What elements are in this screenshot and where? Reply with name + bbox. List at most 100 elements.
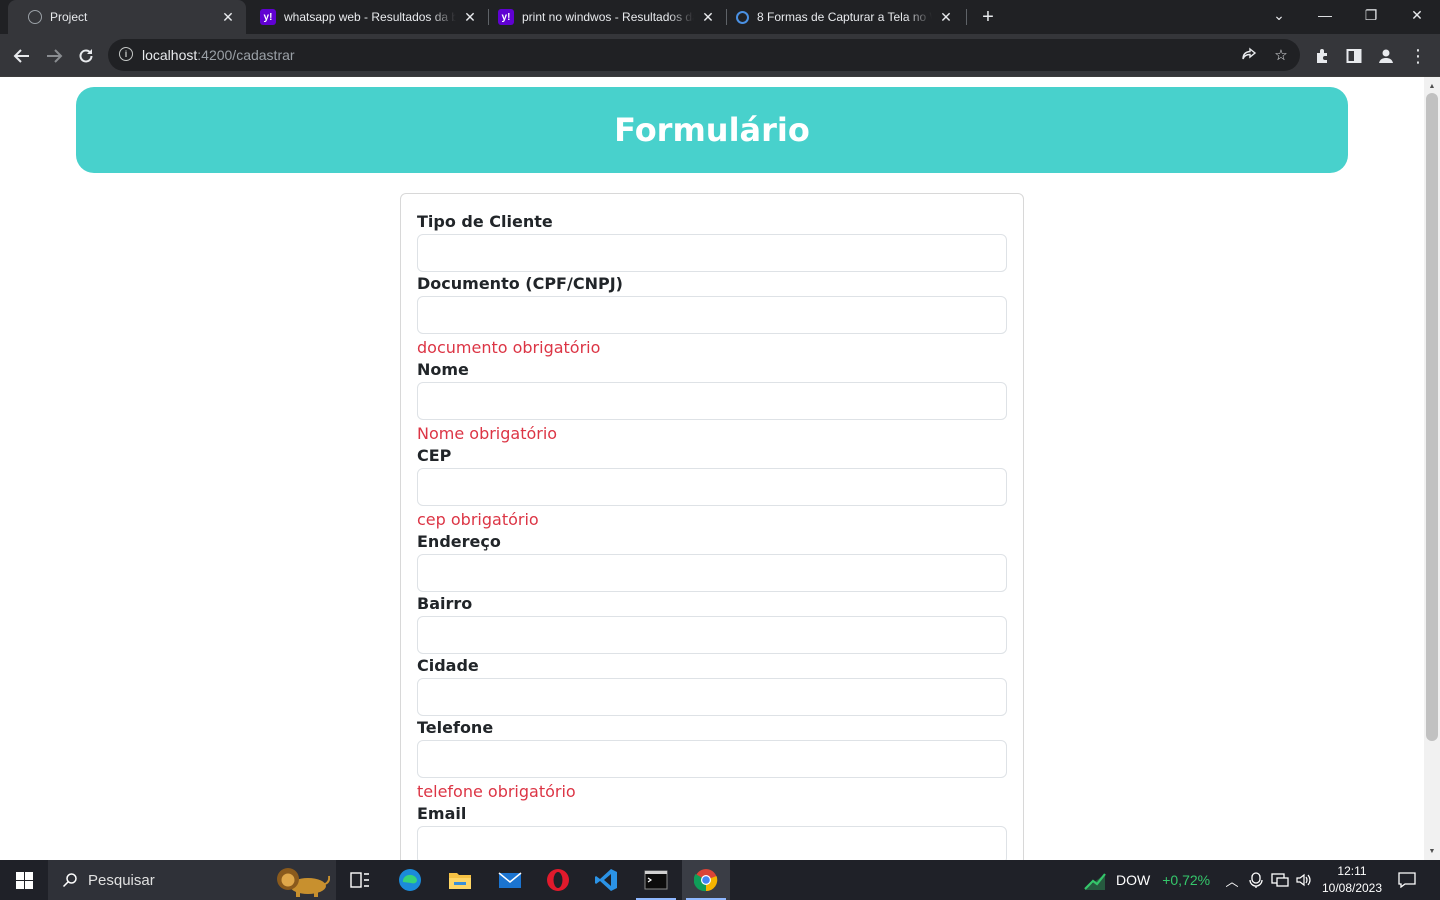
- telefone-input[interactable]: [417, 740, 1007, 778]
- tab-search-dropdown-icon[interactable]: ⌄: [1256, 0, 1302, 30]
- form-header-banner: Formulário: [76, 87, 1348, 173]
- extensions-icon[interactable]: [1308, 42, 1336, 70]
- bookmark-star-icon[interactable]: ☆: [1270, 44, 1292, 66]
- windows-taskbar: Pesquisar DOW +0,72% ︿ 12:11 10/08/2023: [0, 860, 1440, 900]
- site-icon: [736, 10, 749, 24]
- share-icon[interactable]: [1238, 44, 1260, 66]
- tab-capture-article[interactable]: 8 Formas de Capturar a Tela no Windows ✕: [716, 0, 964, 34]
- url-host: localhost: [142, 47, 198, 63]
- reload-button[interactable]: [72, 42, 100, 70]
- cep-input[interactable]: [417, 468, 1007, 506]
- taskbar-search-box[interactable]: Pesquisar: [48, 860, 336, 900]
- page-scrollbar[interactable]: ▲ ▼: [1424, 77, 1440, 860]
- taskbar-mail[interactable]: [486, 860, 534, 900]
- side-panel-icon[interactable]: [1340, 42, 1368, 70]
- url-text[interactable]: localhost:4200/cadastrar: [142, 47, 295, 63]
- vscode-icon: [595, 869, 617, 891]
- close-tab-icon[interactable]: ✕: [938, 9, 954, 25]
- field-label: Cidade: [417, 656, 479, 675]
- field-nome: Nome Nome obrigatório: [417, 358, 1007, 446]
- scroll-up-arrow-icon[interactable]: ▲: [1424, 79, 1440, 93]
- show-hidden-icons-chevron-icon[interactable]: ︿: [1222, 870, 1242, 890]
- stock-ticker-widget[interactable]: DOW +0,72%: [1084, 870, 1210, 890]
- registration-form-card: Tipo de Cliente Documento (CPF/CNPJ) doc…: [400, 193, 1024, 860]
- menu-kebab-icon[interactable]: ⋮: [1404, 42, 1432, 70]
- clock-time: 12:11: [1337, 864, 1367, 878]
- scroll-down-arrow-icon[interactable]: ▼: [1424, 844, 1440, 858]
- browser-tab-strip: Project ✕ y! whatsapp web - Resultados d…: [0, 0, 1440, 34]
- page-viewport: Formulário Tipo de Cliente Documento (CP…: [0, 77, 1424, 860]
- tab-title: 8 Formas de Capturar a Tela no Windows: [757, 10, 932, 24]
- tab-print-search[interactable]: y! print no windwos - Resultados da busc…: [478, 0, 726, 34]
- edge-browser-icon: [399, 869, 421, 891]
- profile-avatar-icon[interactable]: [1372, 42, 1400, 70]
- notifications-icon[interactable]: [1396, 870, 1418, 890]
- tab-whatsapp-search[interactable]: y! whatsapp web - Resultados da busca ✕: [240, 0, 488, 34]
- restore-button[interactable]: ❐: [1348, 0, 1394, 30]
- address-bar[interactable]: i localhost:4200/cadastrar ☆: [108, 39, 1300, 71]
- yahoo-icon: y!: [260, 9, 276, 25]
- bairro-input[interactable]: [417, 616, 1007, 654]
- page-title: Formulário: [614, 111, 810, 149]
- cidade-input[interactable]: [417, 678, 1007, 716]
- taskbar-edge[interactable]: [386, 860, 434, 900]
- close-tab-icon[interactable]: ✕: [462, 9, 478, 25]
- tipo-cliente-input[interactable]: [417, 234, 1007, 272]
- tab-title: print no windwos - Resultados da busca: [522, 10, 694, 24]
- close-window-button[interactable]: ✕: [1394, 0, 1440, 30]
- field-bairro: Bairro: [417, 592, 1007, 654]
- taskbar-opera[interactable]: [534, 860, 582, 900]
- start-button[interactable]: [0, 860, 48, 900]
- taskbar-file-explorer[interactable]: [436, 860, 484, 900]
- taskbar-vscode[interactable]: [582, 860, 630, 900]
- globe-icon: [28, 10, 42, 24]
- stock-chart-icon: [1084, 873, 1106, 890]
- meet-now-icon[interactable]: [1246, 870, 1266, 890]
- scroll-thumb[interactable]: [1426, 93, 1438, 741]
- task-view-button[interactable]: [336, 860, 384, 900]
- file-explorer-icon: [449, 873, 471, 889]
- volume-icon[interactable]: [1294, 870, 1314, 890]
- email-input[interactable]: [417, 826, 1007, 860]
- back-button[interactable]: [8, 42, 36, 70]
- new-tab-button[interactable]: +: [976, 5, 1000, 29]
- close-tab-icon[interactable]: ✕: [220, 9, 236, 25]
- reload-icon: [79, 49, 93, 63]
- site-info-icon[interactable]: i: [119, 47, 133, 61]
- taskbar-chrome[interactable]: [682, 860, 730, 900]
- chrome-browser-icon: [694, 869, 718, 892]
- search-icon: [62, 872, 78, 888]
- tab-title: whatsapp web - Resultados da busca: [284, 10, 456, 24]
- network-icon[interactable]: [1270, 870, 1290, 890]
- field-tipo-cliente: Tipo de Cliente: [417, 210, 1007, 272]
- endereco-input[interactable]: [417, 554, 1007, 592]
- yahoo-icon: y!: [498, 9, 514, 25]
- system-clock[interactable]: 12:11 10/08/2023: [1316, 863, 1388, 897]
- tab-title: Project: [50, 10, 88, 24]
- documento-error-message: documento obrigatório: [417, 338, 601, 357]
- ticker-name: DOW: [1116, 872, 1151, 888]
- telefone-error-message: telefone obrigatório: [417, 782, 576, 801]
- ticker-change: +0,72%: [1162, 872, 1211, 888]
- minimize-button[interactable]: —: [1302, 0, 1348, 30]
- field-documento: Documento (CPF/CNPJ) documento obrigatór…: [417, 272, 1007, 360]
- field-label: Email: [417, 804, 467, 823]
- task-view-icon: [350, 872, 369, 888]
- mail-icon: [498, 872, 522, 888]
- browser-toolbar: i localhost:4200/cadastrar ☆ ⋮: [0, 34, 1440, 77]
- taskbar-terminal[interactable]: [632, 860, 680, 900]
- cep-error-message: cep obrigatório: [417, 510, 539, 529]
- forward-button[interactable]: [40, 42, 68, 70]
- nome-error-message: Nome obrigatório: [417, 424, 558, 443]
- field-cep: CEP cep obrigatório: [417, 444, 1007, 532]
- search-highlight-lion-icon: [277, 868, 330, 897]
- documento-input[interactable]: [417, 296, 1007, 334]
- field-endereco: Endereço: [417, 530, 1007, 592]
- nome-input[interactable]: [417, 382, 1007, 420]
- tab-project[interactable]: Project ✕: [8, 0, 246, 34]
- back-arrow-icon: [13, 49, 29, 63]
- clock-date: 10/08/2023: [1321, 881, 1383, 895]
- forward-arrow-icon: [47, 49, 63, 63]
- close-tab-icon[interactable]: ✕: [700, 9, 716, 25]
- opera-browser-icon: [547, 869, 569, 891]
